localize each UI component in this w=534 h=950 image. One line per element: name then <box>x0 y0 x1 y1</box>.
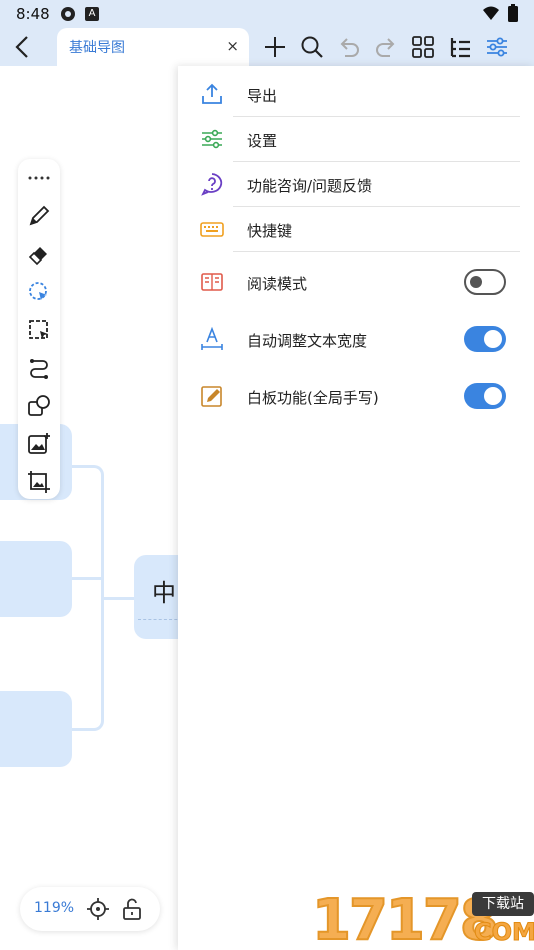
whiteboard-pen-icon <box>201 386 222 407</box>
sync-status-icon <box>61 7 75 21</box>
settings-sliders-icon <box>202 129 222 149</box>
menu-item-whiteboard[interactable]: 白板功能(全局手写) <box>178 374 534 418</box>
menu-label: 快捷键 <box>247 222 293 240</box>
export-icon <box>202 83 222 104</box>
connector-line <box>70 577 104 580</box>
menu-label: 功能咨询/问题反馈 <box>247 177 373 195</box>
top-toolbar: 基础导图 × <box>0 28 534 66</box>
settings-drawer: 导出 设置 功能咨询/问题反馈 快捷键 阅读模式 自动调整文本宽度 白板功能(全… <box>178 66 534 950</box>
tab-title: 基础导图 <box>69 40 125 56</box>
zoom-level[interactable]: 119% <box>34 900 74 916</box>
menu-divider <box>233 251 520 252</box>
shapes-icon[interactable] <box>26 393 52 419</box>
drawing-toolstrip <box>18 159 60 499</box>
menu-label: 设置 <box>247 132 278 150</box>
document-tab[interactable]: 基础导图 × <box>57 28 249 66</box>
pen-icon[interactable] <box>26 203 52 229</box>
back-arrow-icon[interactable] <box>8 32 38 62</box>
rect-select-icon[interactable] <box>26 317 52 343</box>
text-width-icon <box>201 327 223 350</box>
status-time: 8:48 <box>16 5 50 23</box>
whiteboard-toggle[interactable] <box>464 383 506 409</box>
redo-icon[interactable] <box>373 34 399 60</box>
undo-icon[interactable] <box>336 34 362 60</box>
unlock-icon[interactable] <box>120 897 144 921</box>
outline-icon[interactable] <box>447 34 473 60</box>
menu-item-reading-mode[interactable]: 阅读模式 <box>178 260 534 304</box>
watermark-suffix: COM <box>474 918 534 947</box>
locate-center-icon[interactable] <box>86 897 110 921</box>
mindmap-node[interactable] <box>0 691 72 767</box>
help-icon <box>201 173 223 196</box>
keyboard-icon <box>200 222 224 237</box>
auto-text-width-toggle[interactable] <box>464 326 506 352</box>
menu-label: 阅读模式 <box>247 275 308 293</box>
add-image-icon[interactable] <box>26 431 52 457</box>
notification-badge: A <box>85 7 99 21</box>
wifi-icon <box>483 6 499 20</box>
mindmap-node[interactable] <box>0 541 72 617</box>
toggle-knob <box>470 276 482 288</box>
watermark-digits: 17178 <box>311 887 500 950</box>
connector-tool-icon[interactable] <box>26 355 52 381</box>
search-icon[interactable] <box>299 34 325 60</box>
menu-label: 自动调整文本宽度 <box>247 332 368 350</box>
menu-item-shortcuts[interactable]: 快捷键 <box>178 207 534 251</box>
lasso-select-icon[interactable] <box>26 279 52 305</box>
crop-image-icon[interactable] <box>26 469 52 495</box>
eraser-icon[interactable] <box>26 241 52 267</box>
site-watermark: 17178 下载站 COM <box>308 887 534 950</box>
toggle-knob <box>484 387 502 405</box>
menu-label: 导出 <box>247 87 278 105</box>
center-node-text: 中 <box>152 579 176 607</box>
menu-item-auto-text-width[interactable]: 自动调整文本宽度 <box>178 317 534 361</box>
battery-icon <box>508 4 518 22</box>
reading-mode-toggle[interactable] <box>464 269 506 295</box>
status-bar: 8:48 A <box>0 0 534 28</box>
tab-close-button[interactable]: × <box>226 37 239 55</box>
watermark-badge: 下载站 <box>472 892 534 916</box>
grid-layout-icon[interactable] <box>410 34 436 60</box>
menu-item-settings[interactable]: 设置 <box>178 117 534 161</box>
drag-handle-icon[interactable] <box>26 165 52 191</box>
settings-sliders-icon[interactable] <box>484 34 510 60</box>
menu-label: 白板功能(全局手写) <box>247 389 379 407</box>
add-icon[interactable] <box>262 34 288 60</box>
menu-item-feedback[interactable]: 功能咨询/问题反馈 <box>178 162 534 206</box>
connector-line <box>70 465 104 731</box>
connector-line <box>104 597 136 600</box>
book-icon <box>201 273 223 291</box>
menu-item-export[interactable]: 导出 <box>178 72 534 116</box>
toggle-knob <box>484 330 502 348</box>
zoom-control: 119% <box>20 887 160 931</box>
